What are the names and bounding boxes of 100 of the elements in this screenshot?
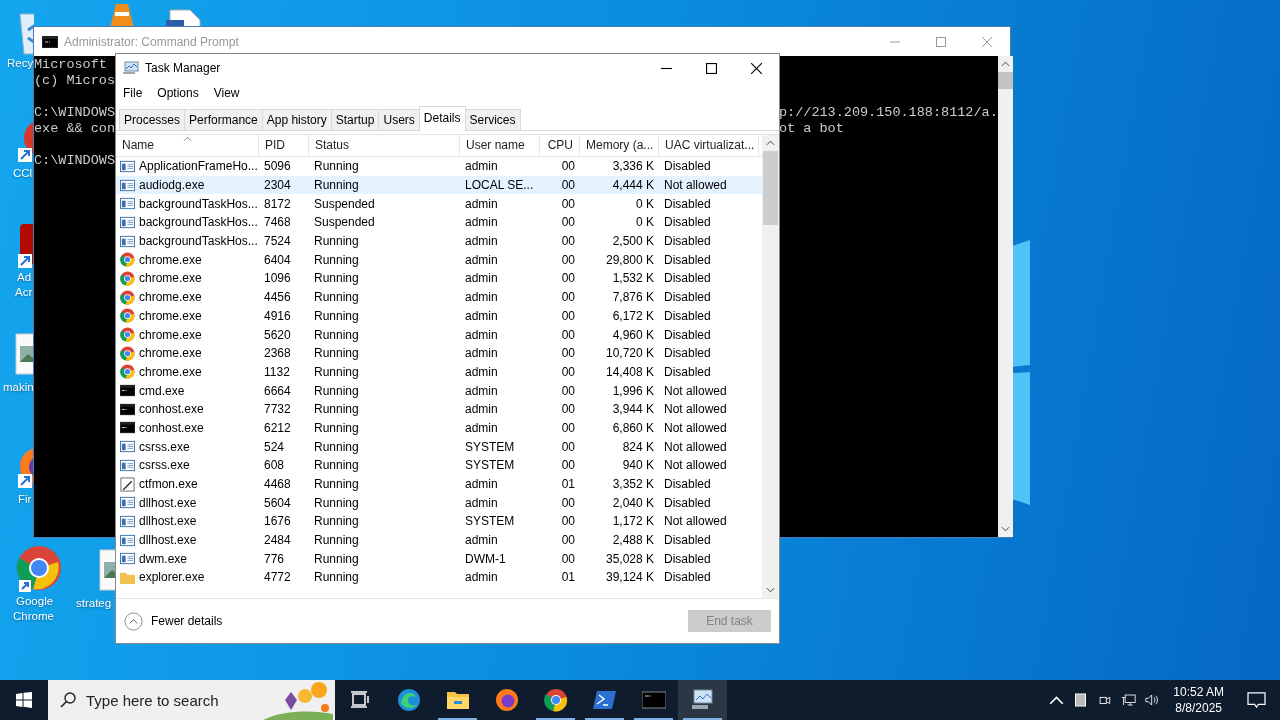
tab[interactable]: App history bbox=[261, 109, 332, 130]
chrome-icon bbox=[120, 252, 135, 268]
process-row[interactable]: chrome.exe 5620 Running admin 00 4,960 K Disabled bbox=[116, 325, 762, 344]
scroll-thumb[interactable] bbox=[997, 72, 1013, 89]
table-cell: 00 bbox=[561, 551, 575, 566]
table-cell: 7732 bbox=[264, 402, 291, 417]
process-row[interactable]: cmd.exe 6664 Running admin 00 1,996 K Not allowed bbox=[116, 381, 762, 400]
fewer-details-link[interactable]: Fewer details bbox=[124, 611, 223, 631]
table-cell: 776 bbox=[264, 551, 285, 566]
process-row[interactable]: dllhost.exe 1676 Running SYSTEM 00 1,172 K Not allowed bbox=[116, 512, 762, 531]
column-header[interactable]: Status bbox=[309, 135, 460, 156]
column-header[interactable]: Memory (a... bbox=[580, 135, 659, 156]
icon-label: Fir bbox=[18, 492, 32, 507]
process-row[interactable]: ctfmon.exe 4468 Running admin 01 3,352 K Disabled bbox=[116, 474, 762, 494]
table-cell: 0 K bbox=[636, 196, 654, 211]
menu-item[interactable]: Options bbox=[157, 86, 199, 100]
process-row[interactable]: conhost.exe 6212 Running admin 00 6,860 K Not allowed bbox=[116, 418, 762, 438]
table-cell: Not allowed bbox=[664, 402, 727, 417]
keyboard-icon[interactable] bbox=[1073, 693, 1089, 707]
scroll-up-icon[interactable] bbox=[766, 140, 775, 146]
process-row[interactable]: dwm.exe 776 Running DWM-1 00 35,028 K Disabled bbox=[116, 549, 762, 569]
process-row[interactable]: backgroundTaskHos... 7468 Suspended admin 00 0 K Disabled bbox=[116, 213, 762, 232]
table-cell: 35,028 K bbox=[605, 551, 654, 566]
table-cell: admin bbox=[465, 327, 498, 342]
scrollbar[interactable] bbox=[997, 56, 1013, 537]
process-row[interactable]: ApplicationFrameHo... 5096 Running admin 00 3,336 K Disabled bbox=[116, 157, 762, 176]
table-cell: 00 bbox=[561, 271, 575, 286]
column-header[interactable]: UAC virtualizat... bbox=[659, 135, 759, 156]
scroll-down-icon[interactable] bbox=[766, 587, 775, 593]
table-cell: admin bbox=[465, 402, 498, 417]
table-cell: Running bbox=[314, 383, 359, 398]
table-cell: admin bbox=[465, 308, 498, 323]
network-icon[interactable] bbox=[1121, 693, 1137, 707]
table-cell: Running bbox=[314, 570, 359, 585]
menu-item[interactable]: View bbox=[213, 86, 240, 100]
volume-icon[interactable] bbox=[1145, 693, 1161, 707]
process-row[interactable]: chrome.exe 1096 Running admin 00 1,532 K Disabled bbox=[116, 269, 762, 288]
table-cell: 1,996 K bbox=[612, 383, 654, 398]
process-row[interactable]: chrome.exe 6404 Running admin 00 29,800 K Disabled bbox=[116, 250, 762, 270]
column-header[interactable]: PID bbox=[259, 135, 309, 156]
table-cell: Disabled bbox=[664, 271, 711, 286]
process-row[interactable]: explorer.exe 4772 Running admin 01 39,124 K Disabled bbox=[116, 568, 762, 587]
chrome-icon bbox=[120, 364, 135, 380]
clock-time[interactable]: 10:52 AM bbox=[1173, 684, 1224, 700]
scroll-down-icon[interactable] bbox=[1000, 526, 1010, 532]
column-header[interactable]: Name bbox=[116, 135, 259, 156]
tab[interactable]: Users bbox=[378, 109, 420, 130]
process-row[interactable]: backgroundTaskHos... 8172 Suspended admin 00 0 K Disabled bbox=[116, 194, 762, 214]
tab[interactable]: Processes bbox=[119, 109, 186, 130]
clock-date[interactable]: 8/8/2025 bbox=[1175, 700, 1222, 716]
table-cell: admin bbox=[465, 159, 498, 174]
search-field[interactable]: Type here to search bbox=[48, 680, 335, 720]
menu-item[interactable]: File bbox=[123, 86, 143, 100]
table-cell: 1676 bbox=[264, 514, 291, 529]
taskbar-button[interactable] bbox=[678, 680, 727, 720]
table-cell: Running bbox=[314, 533, 359, 548]
table-cell: Running bbox=[314, 551, 359, 566]
process-row[interactable]: backgroundTaskHos... 7524 Running admin 00 2,500 K Disabled bbox=[116, 231, 762, 251]
table-cell: 00 bbox=[561, 420, 575, 435]
process-row[interactable]: conhost.exe 7732 Running admin 00 3,944 K Not allowed bbox=[116, 399, 762, 419]
table-cell: Running bbox=[314, 308, 359, 323]
table-cell: chrome.exe bbox=[139, 308, 202, 323]
process-row[interactable]: chrome.exe 1132 Running admin 00 14,408 K Disabled bbox=[116, 362, 762, 382]
table-cell: dllhost.exe bbox=[139, 533, 197, 548]
powershell-icon bbox=[592, 688, 617, 712]
table-cell: 6,172 K bbox=[612, 308, 654, 323]
process-row[interactable]: dllhost.exe 5604 Running admin 00 2,040 K Disabled bbox=[116, 493, 762, 513]
table-cell: audiodg.exe bbox=[139, 178, 205, 193]
process-row[interactable]: csrss.exe 524 Running SYSTEM 00 824 K Not allowed bbox=[116, 437, 762, 456]
table-cell: 14,408 K bbox=[605, 364, 654, 379]
table-cell: backgroundTaskHos... bbox=[139, 196, 258, 211]
process-row[interactable]: chrome.exe 4456 Running admin 00 7,876 K Disabled bbox=[116, 287, 762, 307]
chevron-up-icon[interactable] bbox=[1049, 693, 1065, 707]
notification-icon[interactable] bbox=[1247, 691, 1266, 709]
column-header[interactable]: CPU bbox=[540, 135, 580, 156]
table-cell: admin bbox=[465, 570, 498, 585]
scrollbar[interactable] bbox=[762, 135, 779, 598]
tab[interactable]: Details bbox=[418, 106, 466, 131]
table-cell: conhost.exe bbox=[139, 420, 204, 435]
process-row[interactable]: csrss.exe 608 Running SYSTEM 00 940 K Not allowed bbox=[116, 456, 762, 475]
table-cell: explorer.exe bbox=[139, 570, 205, 585]
tab[interactable]: Performance bbox=[184, 109, 263, 130]
table-cell: Not allowed bbox=[664, 178, 727, 193]
table-cell: admin bbox=[465, 215, 498, 230]
process-row[interactable]: dllhost.exe 2484 Running admin 00 2,488 K Disabled bbox=[116, 530, 762, 550]
table-cell: Disabled bbox=[664, 477, 711, 492]
table-cell: Running bbox=[314, 402, 359, 417]
scroll-thumb[interactable] bbox=[763, 151, 778, 225]
scroll-up-icon[interactable] bbox=[1000, 61, 1010, 67]
tab[interactable]: Startup bbox=[330, 109, 380, 130]
table-cell: LOCAL SE... bbox=[465, 178, 534, 193]
process-row[interactable]: chrome.exe 4916 Running admin 00 6,172 K Disabled bbox=[116, 306, 762, 326]
process-row[interactable]: audiodg.exe 2304 Running LOCAL SE... 00 4,444 K Not allowed bbox=[116, 175, 762, 195]
column-header[interactable]: User name bbox=[460, 135, 540, 156]
process-row[interactable]: chrome.exe 2368 Running admin 00 10,720 K Disabled bbox=[116, 343, 762, 363]
table-cell: backgroundTaskHos... bbox=[139, 215, 258, 230]
table-cell: 6,860 K bbox=[612, 420, 654, 435]
table-cell: 2368 bbox=[264, 346, 291, 361]
table-cell: Disabled bbox=[664, 252, 711, 267]
tab[interactable]: Services bbox=[464, 109, 521, 130]
